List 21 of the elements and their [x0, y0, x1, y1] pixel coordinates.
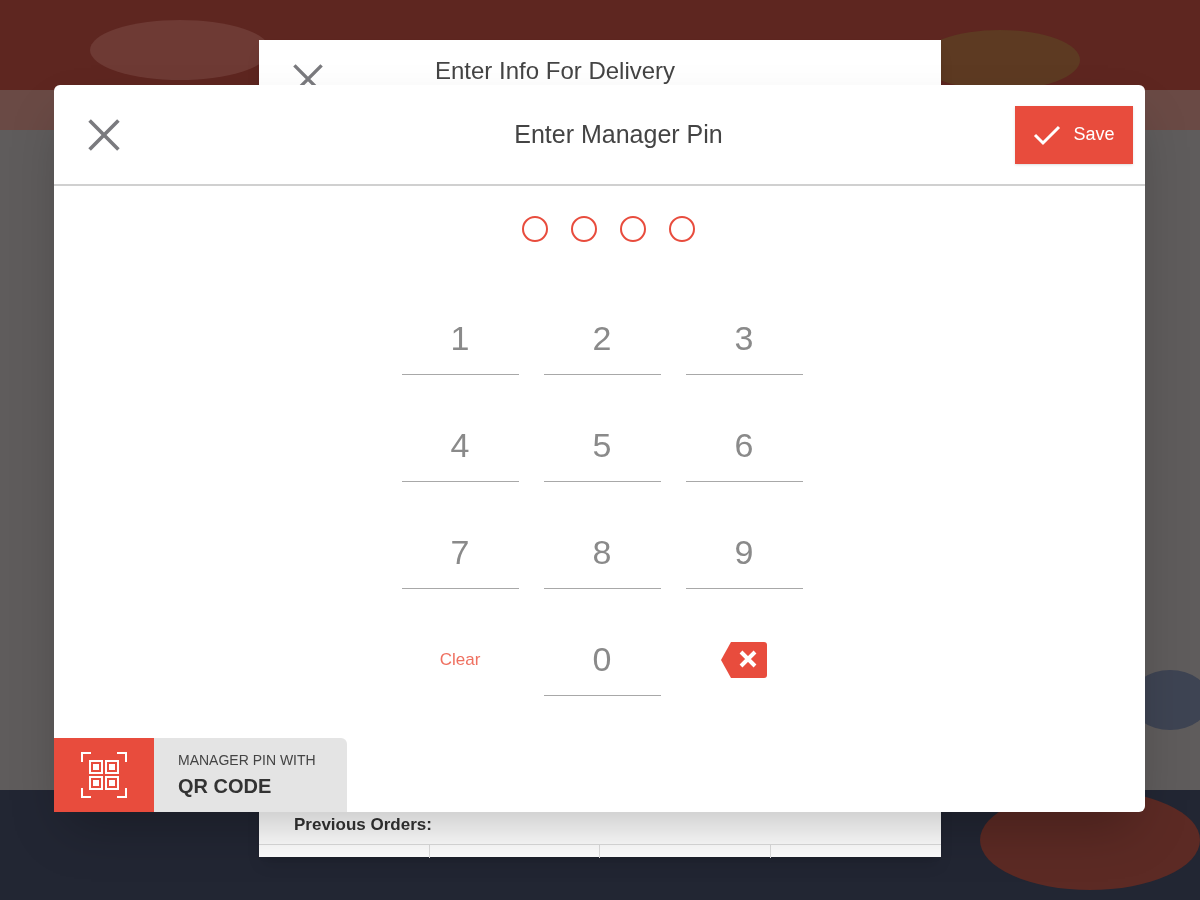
- dialog-title: Enter Info For Delivery: [435, 59, 676, 83]
- keypad-key[interactable]: 0: [543, 616, 661, 696]
- clear-button[interactable]: Clear: [439, 647, 481, 673]
- keypad-key[interactable]: 9: [685, 509, 803, 589]
- qr-code-button[interactable]: MANAGER PIN WITH QR CODE: [54, 738, 347, 812]
- keypad-key[interactable]: 7: [401, 509, 519, 589]
- backspace-icon[interactable]: [721, 642, 767, 678]
- check-icon: [1033, 123, 1062, 146]
- keypad-key[interactable]: 1: [401, 295, 519, 375]
- dialog-title: Enter Manager Pin: [514, 118, 723, 150]
- keypad-key[interactable]: 8: [543, 509, 661, 589]
- keypad-key[interactable]: 2: [543, 295, 661, 375]
- qr-option-caption: MANAGER PIN WITH: [178, 750, 316, 770]
- save-button[interactable]: Save: [1015, 105, 1133, 164]
- qr-option-label: QR CODE: [178, 773, 273, 799]
- keypad-key[interactable]: 6: [685, 402, 803, 482]
- qr-code-icon: [81, 752, 127, 798]
- keypad-key[interactable]: 4: [401, 402, 519, 482]
- section-label: Previous Orders:: [293, 814, 433, 837]
- keypad-key[interactable]: 5: [543, 402, 661, 482]
- keypad-key[interactable]: 3: [685, 295, 803, 375]
